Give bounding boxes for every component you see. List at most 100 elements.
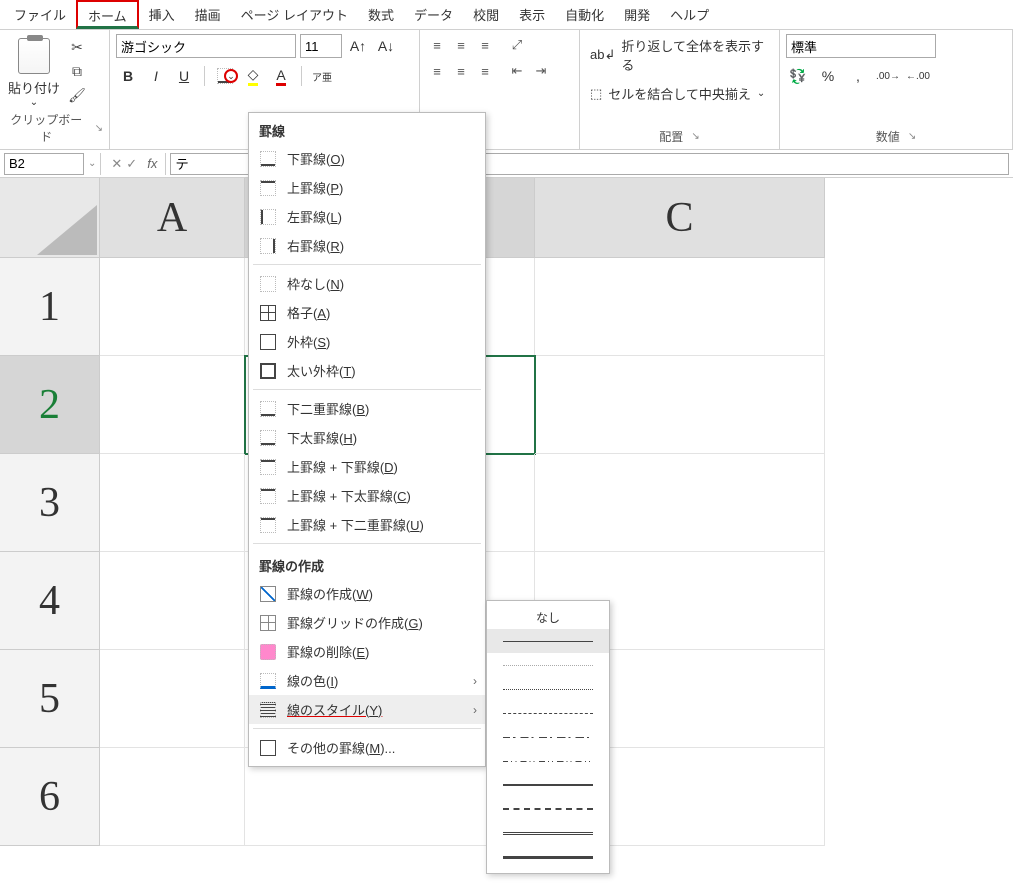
line-style-medium[interactable] (487, 773, 609, 797)
orientation-icon[interactable]: ⤢ (506, 34, 528, 56)
border-menu-item-bottom-8[interactable]: 下二重罫線(B) (249, 394, 485, 423)
menu-draw[interactable]: 描画 (185, 1, 231, 28)
border-menu-item-color-3[interactable]: 線の色(I)› (249, 666, 485, 695)
increase-indent-icon[interactable]: ⇥ (530, 60, 552, 82)
row-header-3[interactable]: 3 (0, 454, 100, 552)
line-style-hair[interactable] (487, 653, 609, 677)
border-menu-item-top-1[interactable]: 上罫線(P) (249, 173, 485, 202)
cut-icon[interactable]: ✂ (68, 38, 86, 56)
borders-button[interactable]: ⌄ (213, 64, 237, 88)
decrease-indent-icon[interactable]: ⇤ (506, 60, 528, 82)
menu-view[interactable]: 表示 (509, 1, 555, 28)
menu-formulas[interactable]: 数式 (358, 1, 404, 28)
format-painter-icon[interactable]: 🖌 (68, 86, 86, 104)
line-style-double[interactable] (487, 821, 609, 845)
cell-a5[interactable] (100, 650, 245, 748)
comma-icon[interactable]: , (846, 64, 870, 88)
increase-decimal-icon[interactable]: .00→ (876, 64, 900, 88)
confirm-icon[interactable]: ✓ (126, 156, 137, 172)
increase-font-icon[interactable]: A↑ (346, 34, 370, 58)
menu-help[interactable]: ヘルプ (660, 1, 719, 28)
line-style-dashdot[interactable] (487, 725, 609, 749)
align-bottom-icon[interactable]: ≡ (474, 34, 496, 56)
column-header-c[interactable]: C (535, 178, 825, 258)
cell-c1[interactable] (535, 258, 825, 356)
fill-color-button[interactable]: ◇ (241, 64, 265, 88)
font-color-button[interactable]: A (269, 64, 293, 88)
row-header-5[interactable]: 5 (0, 650, 100, 748)
line-style-medium-dash[interactable] (487, 797, 609, 821)
border-menu-item-top-12[interactable]: 上罫線 + 下二重罫線(U) (249, 510, 485, 539)
bold-button[interactable]: B (116, 64, 140, 88)
border-menu-item-draw-0[interactable]: 罫線の作成(W) (249, 579, 485, 608)
merge-center-button[interactable]: ⬚ セルを結合して中央揃え ⌄ (586, 82, 769, 105)
line-style-thick[interactable] (487, 845, 609, 869)
line-style-none[interactable]: なし (487, 605, 609, 629)
cell-a1[interactable] (100, 258, 245, 356)
align-left-icon[interactable]: ≡ (426, 60, 448, 82)
cell-c2[interactable] (535, 356, 825, 454)
border-menu-item-top-11[interactable]: 上罫線 + 下太罫線(C) (249, 481, 485, 510)
border-menu-item-top-10[interactable]: 上罫線 + 下罫線(D) (249, 452, 485, 481)
menu-home[interactable]: ホーム (76, 0, 139, 29)
menu-insert[interactable]: 挿入 (139, 1, 185, 28)
align-right-icon[interactable]: ≡ (474, 60, 496, 82)
cell-a6[interactable] (100, 748, 245, 846)
copy-icon[interactable]: ⧉ (68, 62, 86, 80)
border-menu-item-left-2[interactable]: 左罫線(L) (249, 202, 485, 231)
menu-review[interactable]: 校閲 (463, 1, 509, 28)
border-menu-item-right-3[interactable]: 右罫線(R) (249, 231, 485, 260)
line-style-dashed[interactable] (487, 701, 609, 725)
border-menu-item-erase-2[interactable]: 罫線の削除(E) (249, 637, 485, 666)
select-all-corner[interactable] (0, 178, 100, 258)
cancel-icon[interactable]: ✕ (111, 156, 122, 172)
row-header-1[interactable]: 1 (0, 258, 100, 356)
row-header-6[interactable]: 6 (0, 748, 100, 846)
row-header-2[interactable]: 2 (0, 356, 100, 454)
font-name-select[interactable] (116, 34, 296, 58)
menu-data[interactable]: データ (404, 1, 463, 28)
underline-button[interactable]: U (172, 64, 196, 88)
percent-icon[interactable]: % (816, 64, 840, 88)
border-menu-item-outside-6[interactable]: 外枠(S) (249, 327, 485, 356)
line-style-dashdotdot[interactable] (487, 749, 609, 773)
column-header-a[interactable]: A (100, 178, 245, 258)
font-size-select[interactable] (300, 34, 342, 58)
dialog-launcher-icon[interactable]: ↘ (691, 131, 699, 142)
align-top-icon[interactable]: ≡ (426, 34, 448, 56)
border-menu-item-thick-7[interactable]: 太い外枠(T) (249, 356, 485, 385)
menu-automate[interactable]: 自動化 (555, 1, 614, 28)
cell-a3[interactable] (100, 454, 245, 552)
border-menu-item-none-4[interactable]: 枠なし(N) (249, 269, 485, 298)
paste-button[interactable]: 貼り付け ⌄ (6, 34, 62, 108)
chevron-down-icon[interactable]: ⌄ (88, 158, 96, 169)
border-menu-item-more-5[interactable]: その他の罫線(M)... (249, 733, 485, 762)
number-format-select[interactable] (786, 34, 936, 58)
italic-button[interactable]: I (144, 64, 168, 88)
align-center-icon[interactable]: ≡ (450, 60, 472, 82)
border-menu-item-bottom-9[interactable]: 下太罫線(H) (249, 423, 485, 452)
border-menu-item-bottom-0[interactable]: 下罫線(O) (249, 144, 485, 173)
cell-c3[interactable] (535, 454, 825, 552)
decrease-decimal-icon[interactable]: ←.00 (906, 64, 930, 88)
menu-file[interactable]: ファイル (4, 1, 76, 28)
cell-a4[interactable] (100, 552, 245, 650)
decrease-font-icon[interactable]: A↓ (374, 34, 398, 58)
line-style-dotted[interactable] (487, 677, 609, 701)
accounting-format-icon[interactable]: 💱 (786, 64, 810, 88)
dialog-launcher-icon[interactable]: ↘ (908, 131, 916, 142)
border-menu-item-all-5[interactable]: 格子(A) (249, 298, 485, 327)
row-header-4[interactable]: 4 (0, 552, 100, 650)
wrap-text-button[interactable]: ab↲ 折り返して全体を表示する (586, 34, 773, 76)
name-box[interactable] (4, 153, 84, 175)
cell-a2[interactable] (100, 356, 245, 454)
menu-page-layout[interactable]: ページ レイアウト (231, 1, 358, 28)
fx-icon[interactable]: fx (147, 156, 157, 171)
line-style-solid[interactable] (487, 629, 609, 653)
border-menu-item-grid-draw-1[interactable]: 罫線グリッドの作成(G) (249, 608, 485, 637)
align-middle-icon[interactable]: ≡ (450, 34, 472, 56)
phonetic-button[interactable]: ア亜 (310, 64, 334, 88)
border-menu-item-style-4[interactable]: 線のスタイル(Y)› (249, 695, 485, 724)
dialog-launcher-icon[interactable]: ↘ (95, 123, 103, 134)
menu-developer[interactable]: 開発 (614, 1, 660, 28)
